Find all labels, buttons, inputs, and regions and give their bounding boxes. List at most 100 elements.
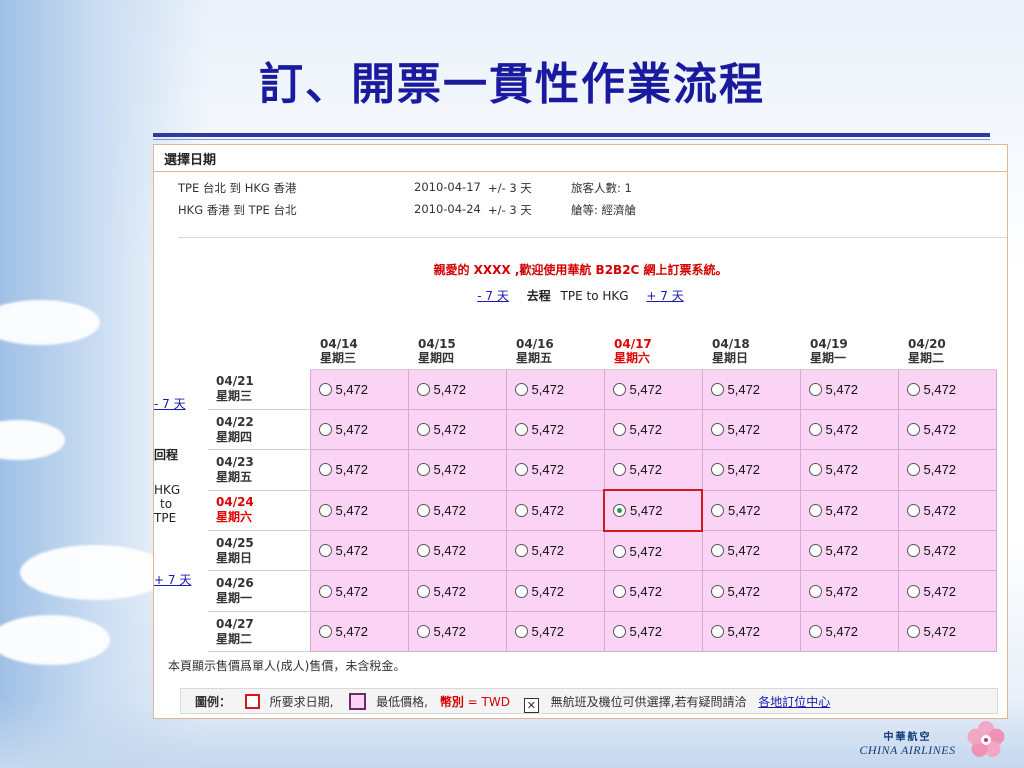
fare-radio-button[interactable] bbox=[416, 584, 430, 598]
booking-center-link[interactable]: 各地訂位中心 bbox=[758, 695, 830, 709]
fare-cell[interactable]: 5,472 bbox=[603, 610, 703, 653]
fare-radio-button[interactable] bbox=[318, 503, 332, 517]
fare-radio-button[interactable] bbox=[416, 423, 430, 437]
fare-radio-button[interactable] bbox=[612, 463, 626, 477]
fare-radio-button[interactable] bbox=[318, 625, 332, 639]
fare-cell[interactable]: 5,472 bbox=[309, 368, 409, 410]
fare-radio-button[interactable] bbox=[416, 544, 430, 558]
fare-radio-button[interactable] bbox=[906, 503, 920, 517]
fare-cell[interactable]: 5,472 bbox=[407, 408, 507, 451]
fare-cell[interactable]: 5,472 bbox=[603, 570, 703, 612]
fare-cell[interactable]: 5,472 bbox=[407, 610, 507, 653]
fare-radio-button[interactable] bbox=[514, 625, 528, 639]
fare-cell[interactable]: 5,472 bbox=[309, 408, 409, 451]
fare-cell[interactable]: 5,472 bbox=[309, 530, 409, 572]
outbound-prev-7-days-link[interactable]: - 7 天 bbox=[477, 289, 509, 303]
fare-cell[interactable]: 5,472 bbox=[603, 408, 703, 451]
fare-radio-button[interactable] bbox=[612, 423, 626, 437]
return-next-7-days-link[interactable]: + 7 天 bbox=[154, 571, 191, 588]
fare-radio-button[interactable] bbox=[612, 625, 626, 639]
fare-radio-button[interactable] bbox=[906, 382, 920, 396]
fare-radio-button[interactable] bbox=[906, 584, 920, 598]
fare-cell[interactable]: 5,472 bbox=[897, 408, 997, 451]
fare-cell[interactable]: 5,472 bbox=[701, 449, 801, 491]
fare-cell[interactable]: 5,472 bbox=[505, 449, 605, 491]
fare-radio-button[interactable] bbox=[808, 503, 822, 517]
fare-radio-button[interactable] bbox=[906, 463, 920, 477]
fare-cell[interactable]: 5,472 bbox=[701, 570, 801, 612]
fare-radio-button[interactable] bbox=[416, 625, 430, 639]
fare-cell[interactable]: 5,472 bbox=[799, 368, 899, 410]
fare-radio-button[interactable] bbox=[906, 423, 920, 437]
fare-radio-button[interactable] bbox=[514, 463, 528, 477]
fare-cell[interactable]: 5,472 bbox=[701, 408, 801, 451]
fare-cell[interactable]: 5,472 bbox=[407, 368, 507, 410]
fare-radio-button[interactable] bbox=[318, 423, 332, 437]
fare-cell[interactable]: 5,472 bbox=[701, 489, 801, 532]
fare-radio-button[interactable] bbox=[710, 463, 724, 477]
fare-cell[interactable]: 5,472 bbox=[799, 530, 899, 572]
fare-radio-button[interactable] bbox=[416, 382, 430, 396]
fare-cell[interactable]: 5,472 bbox=[897, 530, 997, 572]
fare-radio-button[interactable] bbox=[906, 625, 920, 639]
fare-cell[interactable]: 5,472 bbox=[799, 489, 899, 532]
fare-cell[interactable]: 5,472 bbox=[897, 610, 997, 653]
fare-cell[interactable]: 5,472 bbox=[505, 408, 605, 451]
fare-radio-button[interactable] bbox=[514, 423, 528, 437]
fare-cell[interactable]: 5,472 bbox=[505, 489, 605, 532]
fare-cell[interactable]: 5,472 bbox=[505, 610, 605, 653]
fare-cell[interactable]: 5,472 bbox=[309, 610, 409, 653]
fare-radio-button[interactable] bbox=[514, 584, 528, 598]
fare-radio-button[interactable] bbox=[711, 503, 724, 517]
outbound-next-7-days-link[interactable]: + 7 天 bbox=[646, 289, 683, 303]
fare-radio-button[interactable] bbox=[318, 382, 332, 396]
fare-radio-button[interactable] bbox=[416, 503, 430, 517]
fare-radio-button[interactable] bbox=[906, 544, 920, 558]
fare-radio-button[interactable] bbox=[808, 625, 822, 639]
fare-cell[interactable]: 5,472 bbox=[701, 610, 801, 653]
fare-cell[interactable]: 5,472 bbox=[701, 368, 801, 410]
fare-cell[interactable]: 5,472 bbox=[309, 489, 409, 532]
fare-radio-button[interactable] bbox=[514, 382, 528, 396]
fare-radio-button[interactable] bbox=[318, 544, 332, 558]
fare-cell[interactable]: 5,472 bbox=[799, 610, 899, 653]
fare-radio-button[interactable] bbox=[808, 544, 822, 558]
fare-radio-button[interactable] bbox=[710, 544, 724, 558]
fare-cell[interactable]: 5,472 bbox=[897, 368, 997, 410]
fare-cell[interactable]: 5,472 bbox=[799, 570, 899, 612]
fare-cell[interactable]: 5,472 bbox=[799, 449, 899, 491]
fare-radio-button[interactable] bbox=[710, 625, 724, 639]
fare-radio-button[interactable] bbox=[710, 423, 724, 437]
return-prev-7-days-link[interactable]: - 7 天 bbox=[154, 395, 186, 412]
fare-cell[interactable]: 5,472 bbox=[897, 570, 997, 612]
fare-radio-button[interactable] bbox=[808, 382, 822, 396]
fare-cell[interactable]: 5,472 bbox=[505, 570, 605, 612]
fare-radio-button[interactable] bbox=[318, 584, 332, 598]
fare-cell[interactable]: 5,472 bbox=[603, 368, 703, 410]
fare-radio-button[interactable] bbox=[318, 463, 332, 477]
fare-cell[interactable]: 5,472 bbox=[505, 530, 605, 572]
fare-radio-button[interactable] bbox=[416, 463, 430, 477]
fare-radio-button[interactable] bbox=[612, 544, 626, 558]
fare-radio-button[interactable] bbox=[612, 382, 626, 396]
fare-cell[interactable]: 5,472 bbox=[799, 408, 899, 451]
fare-cell[interactable]: 5,472 bbox=[603, 449, 703, 491]
fare-cell[interactable]: 5,472 bbox=[407, 489, 507, 532]
fare-cell[interactable]: 5,472 bbox=[309, 449, 409, 491]
fare-cell[interactable]: 5,472 bbox=[505, 368, 605, 410]
fare-cell[interactable]: 5,472 bbox=[897, 449, 997, 491]
fare-radio-button[interactable] bbox=[612, 584, 626, 598]
fare-cell[interactable]: 5,472 bbox=[603, 489, 703, 532]
fare-cell[interactable]: 5,472 bbox=[407, 570, 507, 612]
fare-cell[interactable]: 5,472 bbox=[603, 530, 703, 572]
fare-radio-button[interactable] bbox=[808, 423, 822, 437]
fare-radio-button[interactable] bbox=[808, 584, 822, 598]
fare-cell[interactable]: 5,472 bbox=[407, 530, 507, 572]
fare-radio-button[interactable] bbox=[808, 463, 822, 477]
fare-radio-button[interactable] bbox=[710, 584, 724, 598]
fare-cell[interactable]: 5,472 bbox=[897, 489, 997, 532]
fare-cell[interactable]: 5,472 bbox=[309, 570, 409, 612]
fare-radio-button[interactable] bbox=[514, 544, 528, 558]
fare-radio-button[interactable] bbox=[710, 382, 724, 396]
fare-radio-button[interactable] bbox=[514, 503, 528, 517]
